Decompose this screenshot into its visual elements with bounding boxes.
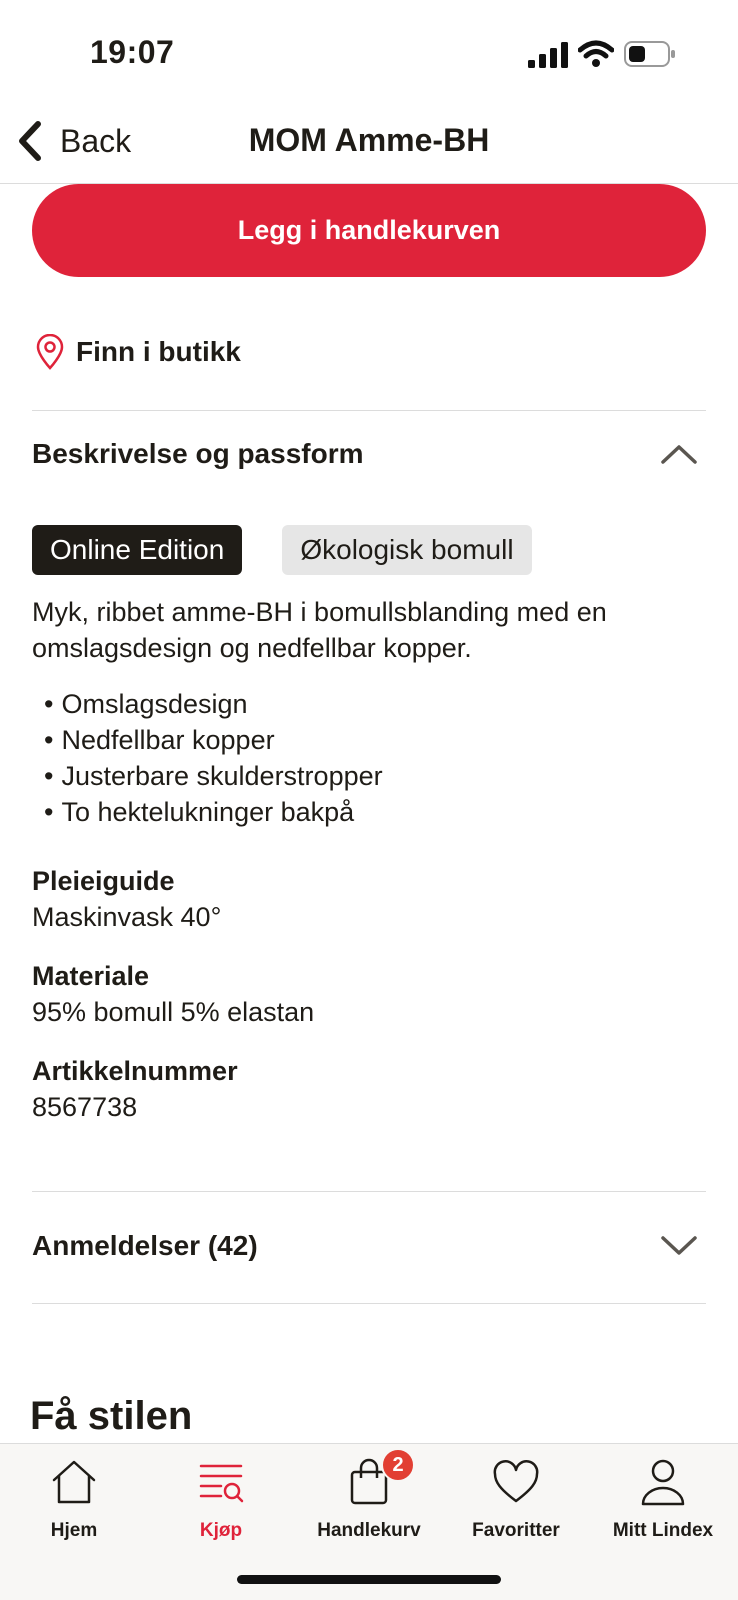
divider: [32, 410, 706, 411]
home-icon: [52, 1460, 96, 1504]
tab-label: Handlekurv: [317, 1520, 421, 1541]
list-item: Nedfellbar kopper: [44, 722, 383, 758]
tab-shop[interactable]: Kjøp: [147, 1458, 295, 1542]
reviews-title: Anmeldelser (42): [32, 1230, 258, 1261]
location-pin-icon: [36, 334, 64, 370]
home-indicator: [237, 1575, 501, 1584]
chevron-up-icon: [661, 445, 697, 464]
tab-label: Mitt Lindex: [612, 1520, 714, 1541]
page-title: MOM Amme-BH: [248, 122, 490, 158]
care-guide-label: Pleieiguide: [32, 866, 175, 896]
tab-cart[interactable]: 2 Handlekurv: [295, 1448, 443, 1542]
get-the-style-heading: Få stilen: [30, 1394, 193, 1438]
material-value: 95% bomull 5% elastan: [32, 997, 315, 1027]
shop-search-icon: [199, 1464, 244, 1503]
heart-icon: [493, 1460, 539, 1503]
user-icon: [641, 1459, 685, 1506]
tab-favorites[interactable]: Favoritter: [442, 1458, 590, 1542]
divider: [32, 1191, 706, 1192]
battery-icon: [624, 41, 675, 67]
back-label: Back: [60, 122, 132, 159]
list-item: Justerbare skulderstropper: [44, 758, 382, 794]
navigation-bar: Back MOM Amme-BH: [0, 100, 738, 184]
tab-home[interactable]: Hjem: [0, 1458, 148, 1542]
care-guide-value: Maskinvask 40°: [32, 902, 222, 932]
article-number-value: 8567738: [32, 1092, 138, 1122]
back-button[interactable]: Back: [14, 118, 131, 164]
tag-online-edition: Online Edition: [32, 525, 243, 575]
list-item: To hektelukninger bakpå: [44, 794, 383, 830]
material-label: Materiale: [32, 961, 150, 991]
cellular-signal-icon: [528, 42, 568, 68]
product-description: Myk, ribbet amme-BH i bomullsblanding me…: [32, 597, 607, 663]
divider: [32, 1303, 706, 1304]
tab-my-lindex[interactable]: Mitt Lindex: [589, 1458, 737, 1542]
chevron-left-icon: [19, 121, 41, 161]
description-title: Beskrivelse og passform: [32, 438, 364, 469]
tab-label: Favoritter: [472, 1520, 560, 1541]
add-to-cart-button[interactable]: Legg i handlekurven: [32, 184, 706, 277]
list-item: Omslagsdesign: [44, 686, 383, 722]
find-in-store-label: Finn i butikk: [76, 336, 241, 367]
tag-organic-cotton: Økologisk bomull: [282, 525, 532, 575]
wifi-icon: [578, 40, 614, 67]
article-number-label: Artikkelnummer: [32, 1056, 238, 1086]
status-time: 19:07: [90, 34, 175, 70]
cart-count-badge: 2: [381, 1448, 415, 1482]
reviews-accordion-header[interactable]: Anmeldelser (42): [32, 1230, 706, 1262]
chevron-down-icon: [661, 1236, 697, 1255]
description-accordion-header[interactable]: Beskrivelse og passform: [32, 438, 706, 470]
tab-label: Hjem: [50, 1520, 98, 1541]
status-bar: 19:07: [0, 0, 738, 100]
find-in-store-link[interactable]: Finn i butikk: [34, 334, 241, 370]
feature-list: Omslagsdesign Nedfellbar kopper Justerba…: [44, 686, 383, 830]
tab-label: Kjøp: [199, 1520, 243, 1541]
product-tags: Online Edition Økologisk bomull: [32, 525, 532, 575]
